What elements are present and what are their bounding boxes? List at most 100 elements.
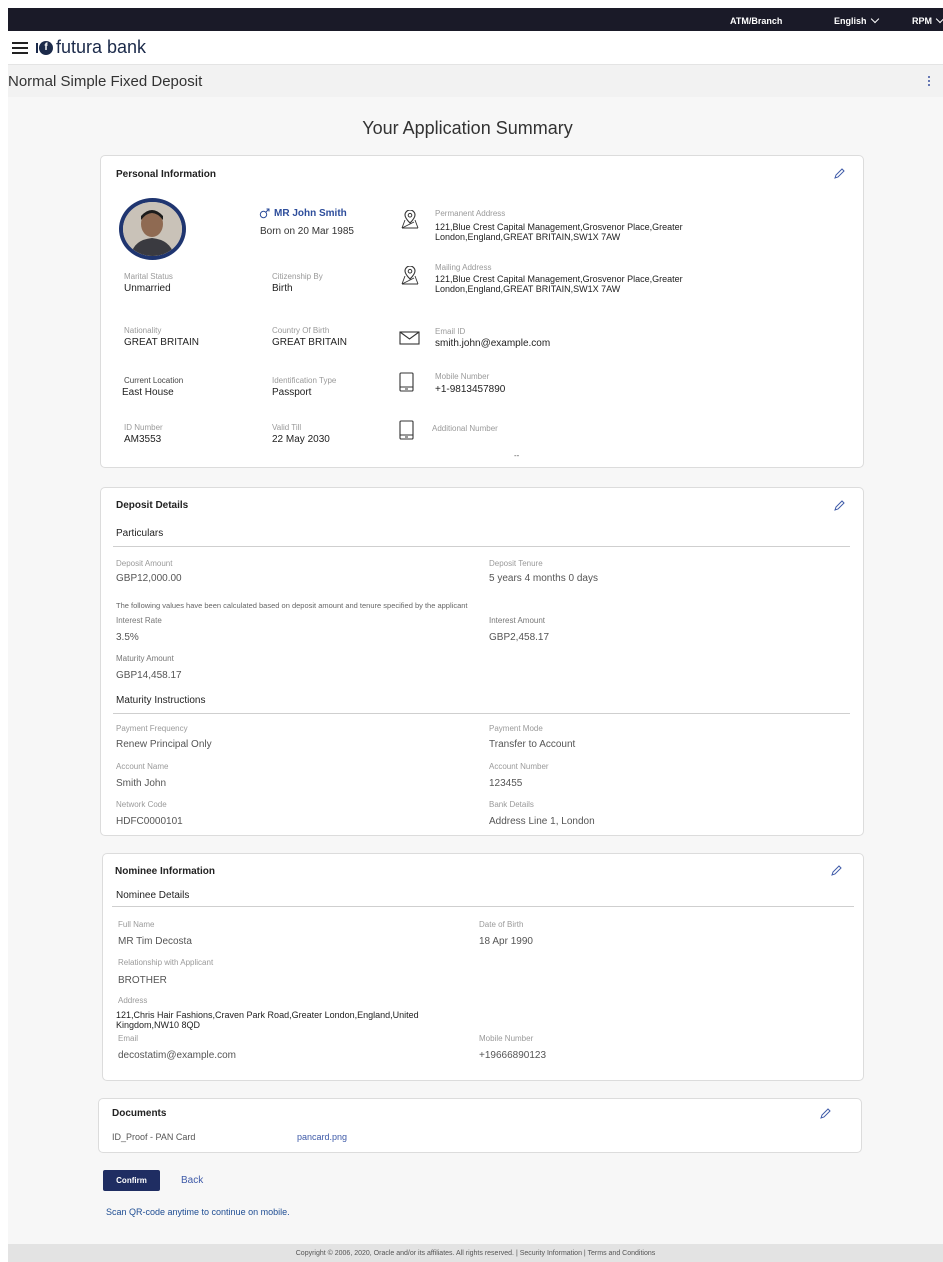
footer: Copyright © 2006, 2020, Oracle and/or it… (8, 1244, 943, 1262)
citizenship-label: Citizenship By (272, 272, 323, 281)
deposit-details-card (100, 487, 864, 836)
payment-frequency-value: Renew Principal Only (116, 739, 212, 750)
edit-pencil-icon[interactable] (829, 864, 843, 878)
account-name-label: Account Name (116, 762, 169, 771)
id-number-value: AM3553 (124, 434, 162, 445)
payment-mode-value: Transfer to Account (489, 739, 576, 750)
bank-details-label: Bank Details (489, 800, 534, 809)
interest-rate-value: 3.5% (116, 632, 139, 643)
nominee-info-title: Nominee Information (115, 866, 216, 877)
valid-till-label: Valid Till (272, 423, 302, 432)
mobile-label: Mobile Number (435, 372, 490, 381)
edit-pencil-icon[interactable] (832, 167, 846, 181)
logo-icon: f (36, 40, 53, 55)
divider (112, 906, 854, 907)
confirm-button[interactable]: Confirm (103, 1170, 160, 1191)
nationality-label: Nationality (124, 326, 162, 335)
profile-photo (123, 202, 182, 256)
bank-logo[interactable]: f futura bank (36, 37, 146, 58)
current-location-value: East House (122, 387, 174, 398)
interest-amount-label: Interest Amount (489, 616, 546, 625)
user-label: RPM (912, 16, 932, 26)
chevron-down-icon (935, 14, 943, 24)
relationship-label: Relationship with Applicant (118, 958, 214, 967)
edit-pencil-icon[interactable] (818, 1107, 832, 1121)
id-number-label: ID Number (124, 423, 163, 432)
full-name-value: MR Tim Decosta (118, 936, 192, 947)
language-label: English (834, 16, 867, 26)
account-number-label: Account Number (489, 762, 549, 771)
account-number-value: 123455 (489, 778, 523, 789)
particulars-heading: Particulars (116, 528, 164, 539)
avatar (119, 198, 186, 260)
identification-type-value: Passport (272, 387, 312, 398)
country-of-birth-value: GREAT BRITAIN (272, 337, 348, 348)
account-name-value: Smith John (116, 778, 167, 789)
email-label: Email ID (435, 327, 466, 336)
mobile-phone-icon (399, 372, 414, 392)
citizenship-value: Birth (272, 283, 293, 294)
deposit-amount-label: Deposit Amount (116, 559, 173, 568)
document-type: ID_Proof - PAN Card (112, 1132, 196, 1142)
birth-date: Born on 20 Mar 1985 (260, 226, 354, 237)
mailing-address-label: Mailing Address (435, 263, 492, 272)
personal-info-title: Personal Information (116, 169, 217, 180)
mobile-phone-icon (399, 420, 414, 440)
summary-title: Your Application Summary (362, 118, 573, 138)
top-bar: ATM/Branch English RPM (8, 8, 943, 31)
nominee-email-label: Email (118, 1034, 139, 1043)
divider (113, 546, 850, 547)
maturity-amount-label: Maturity Amount (116, 654, 174, 663)
payment-mode-label: Payment Mode (489, 724, 543, 733)
additional-number-label: Additional Number (432, 424, 498, 433)
chevron-down-icon (870, 14, 879, 24)
bank-details-value: Address Line 1, London (489, 816, 595, 827)
email-value: smith.john@example.com (435, 338, 551, 349)
current-location-label: Current Location (124, 376, 184, 385)
location-pin-icon (401, 210, 419, 229)
user-menu[interactable]: RPM (912, 14, 943, 26)
nominee-dob-value: 18 Apr 1990 (479, 936, 533, 947)
marital-status-label: Marital Status (124, 272, 173, 281)
nominee-details-heading: Nominee Details (116, 890, 190, 901)
edit-pencil-icon[interactable] (832, 499, 846, 513)
personal-info-card (100, 155, 864, 468)
back-link[interactable]: Back (181, 1175, 203, 1186)
nominee-email-value: decostatim@example.com (118, 1050, 236, 1061)
qr-code-link[interactable]: Scan QR-code anytime to continue on mobi… (106, 1207, 290, 1217)
divider (113, 713, 850, 714)
mobile-value: +1-9813457890 (435, 384, 506, 395)
additional-number-value: -- (514, 451, 520, 460)
valid-till-value: 22 May 2030 (272, 434, 330, 445)
language-dropdown[interactable]: English (834, 14, 879, 26)
permanent-address-value: 121,Blue Crest Capital Management,Grosve… (435, 222, 683, 242)
applicant-name: MR John Smith (259, 208, 347, 219)
full-name-label: Full Name (118, 920, 155, 929)
nationality-value: GREAT BRITAIN (124, 337, 200, 348)
hamburger-menu-icon[interactable] (12, 41, 28, 54)
marital-status-value: Unmarried (124, 283, 171, 294)
atm-branch-label: ATM/Branch (730, 16, 783, 26)
interest-rate-label: Interest Rate (116, 616, 162, 625)
mailing-address-value: 121,Blue Crest Capital Management,Grosve… (435, 274, 683, 294)
country-of-birth-label: Country Of Birth (272, 326, 330, 335)
deposit-tenure-value: 5 years 4 months 0 days (489, 573, 598, 584)
deposit-amount-value: GBP12,000.00 (116, 573, 182, 584)
atm-branch-link[interactable]: ATM/Branch (730, 16, 782, 26)
relationship-value: BROTHER (118, 975, 167, 986)
documents-card (98, 1098, 862, 1153)
deposit-details-title: Deposit Details (116, 500, 189, 511)
calculation-note: The following values have been calculate… (116, 601, 468, 610)
network-code-label: Network Code (116, 800, 167, 809)
envelope-icon (399, 331, 420, 345)
location-pin-icon (401, 266, 419, 285)
document-file-link[interactable]: pancard.png (297, 1132, 347, 1142)
maturity-amount-value: GBP14,458.17 (116, 670, 182, 681)
identification-type-label: Identification Type (272, 376, 337, 385)
page-title: Normal Simple Fixed Deposit (8, 73, 203, 90)
nominee-info-card (102, 853, 864, 1081)
permanent-address-label: Permanent Address (435, 209, 506, 218)
nominee-mobile-value: +19666890123 (479, 1050, 547, 1061)
kebab-menu-icon[interactable] (928, 76, 931, 86)
nominee-address-label: Address (118, 996, 148, 1005)
